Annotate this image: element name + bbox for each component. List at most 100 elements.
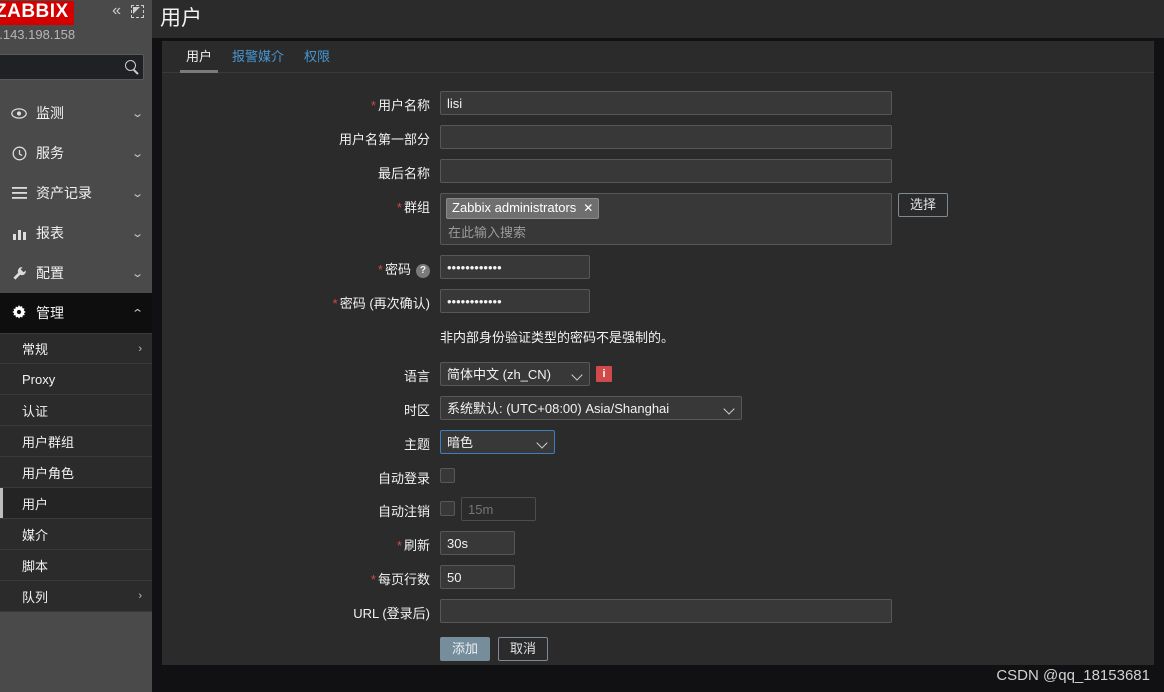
sidebar-item-users[interactable]: 用户: [0, 488, 152, 519]
page-header: 用户: [152, 0, 1164, 38]
form-row-groups: * 群组 Zabbix administrators ✕ 在此输入搜索 选择: [162, 193, 1154, 245]
autologout-input[interactable]: [461, 497, 536, 521]
label-theme: 主题: [403, 437, 430, 452]
search-input[interactable]: [0, 55, 143, 79]
chevron-down-icon: ⌄: [130, 187, 144, 200]
group-chip[interactable]: Zabbix administrators ✕: [446, 198, 600, 219]
groups-search-placeholder[interactable]: 在此输入搜索: [446, 219, 886, 241]
password-confirm-input[interactable]: [440, 289, 590, 313]
password-hint-text: 非内部身份验证类型的密码不是强制的。: [440, 330, 675, 345]
label-language: 语言: [403, 369, 430, 384]
sidebar-item-queue[interactable]: 队列 ›: [0, 581, 152, 612]
language-select-wrap: 简体中文 (zh_CN): [440, 362, 590, 386]
surname-input[interactable]: [440, 159, 892, 183]
rows-per-page-input[interactable]: [440, 565, 515, 589]
label-autologin: 自动登录: [377, 471, 430, 486]
sidebar-item-inventory[interactable]: 资产记录 ⌄: [0, 173, 152, 213]
sidebar-item-administration[interactable]: 管理 ⌃: [0, 293, 152, 333]
sidebar-item-configuration[interactable]: 配置 ⌄: [0, 253, 152, 293]
sidebar-item-user-roles[interactable]: 用户角色: [0, 457, 152, 488]
groups-multiselect[interactable]: Zabbix administrators ✕ 在此输入搜索: [440, 193, 892, 245]
info-icon[interactable]: i: [596, 366, 612, 382]
timezone-select[interactable]: 系统默认: (UTC+08:00) Asia/Shanghai: [440, 396, 742, 420]
help-icon[interactable]: ?: [416, 263, 430, 278]
sidebar-item-scripts[interactable]: 脚本: [0, 550, 152, 581]
cancel-button[interactable]: 取消: [498, 637, 549, 661]
tab-user[interactable]: 用户: [176, 46, 222, 73]
form-row-username: * 用户名称: [162, 91, 1154, 115]
sidebar-subitem-label: Proxy: [22, 371, 56, 387]
collapse-sidebar-icon[interactable]: «: [112, 3, 121, 19]
sidebar-item-authentication[interactable]: 认证: [0, 395, 152, 426]
hide-sidebar-icon[interactable]: [131, 4, 144, 18]
main-area: 用户 用户 报警媒介 权限 * 用户名称 lisi 用户名第一部分 最后名称 *…: [152, 0, 1164, 692]
close-icon[interactable]: ✕: [583, 200, 593, 216]
form-row-theme: 主题 暗色: [162, 430, 1154, 454]
sidebar-item-label: 监测: [36, 105, 64, 121]
label-spacer: [162, 637, 440, 641]
label-rows-per-page: * 每页行数: [370, 572, 430, 587]
sidebar-item-user-groups[interactable]: 用户群组: [0, 426, 152, 457]
tab-permissions[interactable]: 权限: [294, 46, 340, 72]
zabbix-user-page: ZABBIX « 8.143.198.158 监测 ⌄ 服务 ⌄ 资产记录 ⌄ …: [0, 0, 1164, 692]
select-groups-button[interactable]: 选择: [898, 193, 949, 217]
sidebar-item-proxy[interactable]: Proxy: [0, 364, 152, 395]
sidebar-item-media-types[interactable]: 媒介: [0, 519, 152, 550]
tab-media[interactable]: 报警媒介: [222, 46, 294, 72]
password-input[interactable]: [440, 255, 590, 279]
sidebar-item-services[interactable]: 服务 ⌄: [0, 133, 152, 173]
sidebar-subitem-label: 用户群组: [22, 434, 75, 450]
language-select[interactable]: 简体中文 (zh_CN): [440, 362, 590, 386]
label-timezone: 时区: [403, 403, 430, 418]
chart-bar-icon: [8, 227, 30, 240]
sidebar-item-monitoring[interactable]: 监测 ⌄: [0, 93, 152, 133]
zabbix-logo: ZABBIX: [0, 1, 74, 25]
sidebar-item-reports[interactable]: 报表 ⌄: [0, 213, 152, 253]
url-after-login-input[interactable]: [440, 599, 892, 623]
form-row-rows-per-page: * 每页行数: [162, 565, 1154, 589]
gear-icon: [8, 305, 30, 321]
theme-select-wrap: 暗色: [440, 430, 555, 454]
sidebar-submenu-administration: 常规 › Proxy 认证 用户群组 用户角色 用户 媒介 脚本 队列 ›: [0, 333, 152, 612]
sidebar-subitem-label: 脚本: [22, 558, 49, 574]
sidebar-header: ZABBIX « 8.143.198.158: [0, 0, 152, 80]
form-row-surname: 最后名称: [162, 159, 1154, 183]
form-row-timezone: 时区 系统默认: (UTC+08:00) Asia/Shanghai: [162, 396, 1154, 420]
add-button[interactable]: 添加: [440, 637, 491, 661]
refresh-input[interactable]: [440, 531, 515, 555]
content-panel: 用户 报警媒介 权限 *用户名称 用户名第一部分: [162, 41, 1154, 665]
form-row-name: 用户名第一部分: [162, 125, 1154, 149]
chevron-right-icon: ›: [138, 342, 142, 355]
form-row-password: * 密码?: [162, 255, 1154, 279]
sidebar-item-label: 配置: [36, 265, 64, 281]
name-input[interactable]: [440, 125, 892, 149]
label-spacer: [162, 325, 440, 329]
label-surname: 最后名称: [377, 166, 430, 181]
chevron-down-icon: ⌄: [130, 147, 144, 160]
timezone-select-wrap: 系统默认: (UTC+08:00) Asia/Shanghai: [440, 396, 742, 420]
theme-select[interactable]: 暗色: [440, 430, 555, 454]
form-row-actions: 添加 取消: [162, 637, 1154, 661]
form-row-password-hint: 非内部身份验证类型的密码不是强制的。: [162, 325, 1154, 346]
sidebar-item-general[interactable]: 常规 ›: [0, 333, 152, 364]
search-box[interactable]: [0, 54, 144, 80]
autologin-checkbox[interactable]: [440, 468, 455, 483]
wrench-icon: [8, 266, 30, 281]
chevron-up-icon: ⌃: [130, 307, 144, 320]
sidebar-subitem-label: 媒介: [22, 527, 49, 543]
required-marker: *: [377, 262, 383, 277]
sidebar: ZABBIX « 8.143.198.158 监测 ⌄ 服务 ⌄ 资产记录 ⌄ …: [0, 0, 152, 692]
form-row-url-after-login: URL (登录后): [162, 599, 1154, 623]
required-marker: *: [396, 538, 402, 553]
sidebar-nav: 监测 ⌄ 服务 ⌄ 资产记录 ⌄ 报表 ⌄ 配置 ⌄ 管理 ⌃ 常规 › Pro…: [0, 93, 152, 612]
tab-bar: 用户 报警媒介 权限: [162, 41, 1154, 73]
username-input[interactable]: [440, 91, 892, 115]
autologout-checkbox[interactable]: [440, 501, 455, 516]
label-name: 用户名第一部分: [338, 132, 430, 147]
eye-icon: [8, 107, 30, 119]
required-marker: *: [370, 98, 376, 113]
list-icon: [8, 187, 30, 199]
sidebar-subitem-label: 常规: [22, 342, 49, 357]
watermark: CSDN @qq_18153681: [996, 667, 1150, 684]
chevron-down-icon: ⌄: [130, 227, 144, 240]
